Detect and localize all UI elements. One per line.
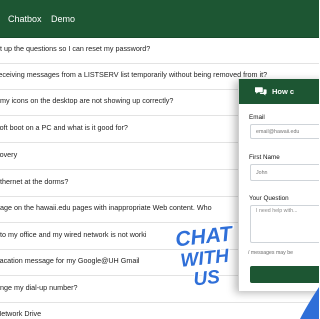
faq-item-text[interactable]: et up the questions so I can reset my pa…	[0, 44, 150, 54]
first-name-field[interactable]	[250, 164, 319, 181]
faq-item-text[interactable]: receiving messages from a LISTSERV list …	[0, 70, 267, 80]
email-field[interactable]	[250, 124, 319, 139]
chat-with-us-sticker[interactable]: CHAT WITH US	[172, 221, 244, 291]
faq-item-text[interactable]: page on the hawaii.edu pages with inappr…	[0, 203, 212, 213]
nav-link-demo[interactable]: Demo	[51, 13, 75, 25]
faq-item-text[interactable]: Network Drive	[0, 309, 41, 319]
question-textarea[interactable]: I need help with...	[250, 205, 319, 243]
faq-item-text[interactable]: soft boot on a PC and what is it good fo…	[0, 123, 128, 133]
nav-link-chatbox[interactable]: Chatbox	[8, 13, 42, 25]
faq-item-text[interactable]: ethernet at the dorms?	[0, 177, 68, 187]
email-label: Email	[249, 114, 265, 121]
top-navigation-bar: Chatbox Demo	[0, 0, 319, 38]
faq-item-text[interactable]: f my icons on the desktop are not showin…	[0, 96, 173, 106]
first-name-label: First Name	[249, 154, 280, 161]
chat-bubbles-icon	[255, 87, 267, 96]
faq-item[interactable]: et up the questions so I can reset my pa…	[0, 37, 319, 64]
faq-item-text[interactable]: vacation message for my Google@UH Gmail	[0, 256, 140, 266]
chat-hint-text: / messages may be	[248, 250, 293, 256]
arrow-decoration-icon	[300, 287, 319, 319]
chat-widget-panel: How c Email First Name Your Question I n…	[238, 79, 319, 291]
faq-page: Chatbox Demo et up the questions so I ca…	[0, 0, 319, 319]
faq-item-text[interactable]: covery	[0, 150, 17, 160]
faq-item-text[interactable]: nto my office and my wired network is no…	[0, 230, 146, 240]
faq-item[interactable]: Network Drive	[0, 302, 319, 319]
chat-widget-header[interactable]: How c	[239, 79, 319, 104]
faq-item-text[interactable]: ange my dial-up number?	[0, 283, 78, 293]
send-button[interactable]	[250, 266, 319, 283]
chat-widget-title: How c	[272, 87, 295, 96]
sticker-line-us: US	[192, 267, 221, 291]
question-label: Your Question	[249, 195, 289, 202]
